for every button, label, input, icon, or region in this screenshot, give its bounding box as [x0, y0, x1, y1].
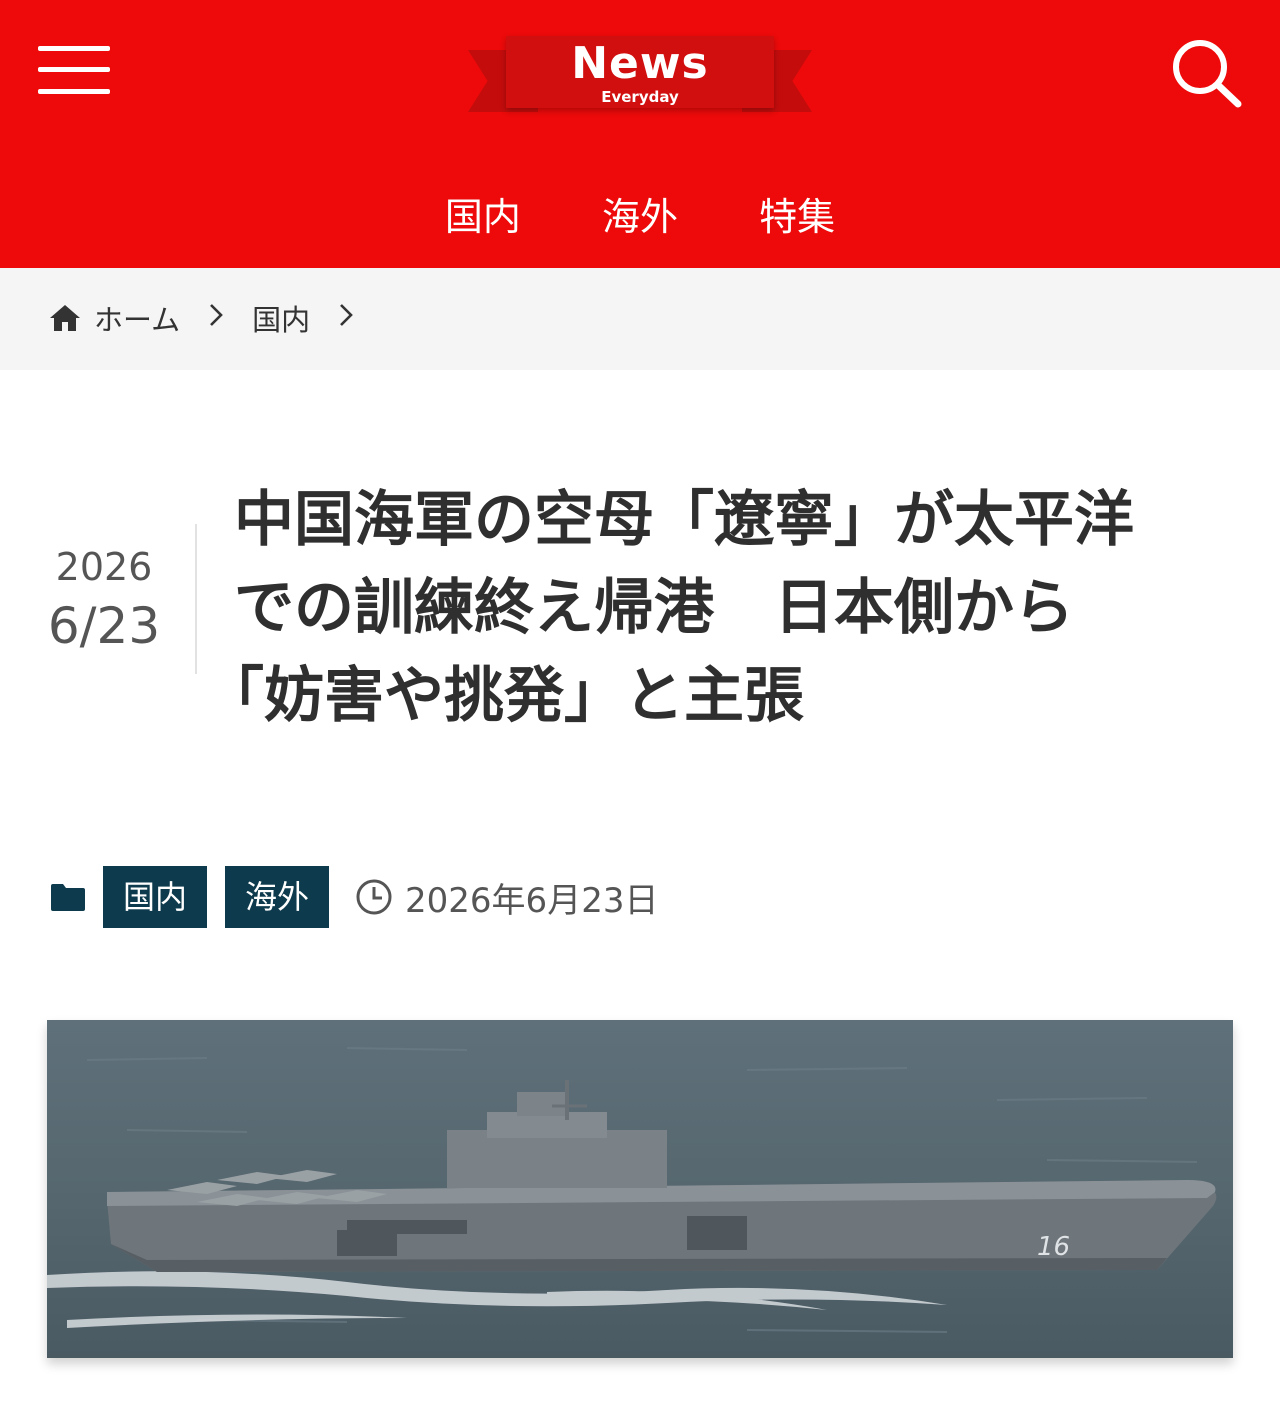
- article-date-block: 2026 6/23: [38, 540, 170, 658]
- article-title-line: 「妨害や挑発」と主張: [204, 661, 804, 731]
- menu-icon-bar: [38, 89, 110, 94]
- search-icon[interactable]: [1168, 36, 1244, 108]
- breadcrumb-home-link[interactable]: ホーム: [94, 297, 180, 339]
- article-date-monthday: 6/23: [47, 597, 161, 655]
- published-date: 2026年6月23日: [405, 880, 659, 921]
- nav-item-domestic[interactable]: 国内: [445, 186, 521, 241]
- article-title: 中国海軍の空母「遼寧」が太平洋 での訓練終え帰港 日本側から 「妨害や挑発」と主…: [204, 476, 1234, 740]
- article-hero-image: 16: [47, 1020, 1233, 1358]
- menu-icon-bar: [38, 67, 110, 72]
- nav-item-features[interactable]: 特集: [759, 186, 835, 241]
- article-title-line: での訓練終え帰港 日本側から: [234, 573, 1074, 643]
- site-header: News Everyday 国内 海外 特集: [0, 0, 1280, 268]
- chevron-right-icon: [208, 301, 224, 336]
- hull-number: 16: [1037, 1232, 1070, 1262]
- menu-icon[interactable]: [38, 44, 110, 96]
- main-nav: 国内 海外 特集: [0, 186, 1280, 241]
- logo-word: News: [571, 38, 709, 89]
- menu-icon-bar: [38, 46, 110, 51]
- chevron-right-icon: [338, 301, 354, 336]
- article-title-line: 中国海軍の空母「遼寧」が太平洋: [234, 485, 1134, 555]
- article-date-year: 2026: [55, 545, 153, 589]
- clock-icon: [356, 879, 392, 915]
- date-divider: [195, 524, 197, 674]
- folder-icon: [51, 884, 85, 911]
- breadcrumb: ホーム 国内: [0, 268, 1280, 370]
- site-logo[interactable]: News Everyday: [468, 36, 812, 122]
- category-tag-domestic[interactable]: 国内: [103, 866, 208, 928]
- logo-subtitle: Everyday: [601, 88, 679, 106]
- home-icon[interactable]: [48, 303, 82, 333]
- nav-item-overseas[interactable]: 海外: [602, 186, 678, 241]
- breadcrumb-category-link[interactable]: 国内: [252, 297, 310, 339]
- article-meta: 国内 海外 2026年6月23日: [50, 866, 658, 928]
- category-tag-overseas[interactable]: 海外: [225, 866, 330, 928]
